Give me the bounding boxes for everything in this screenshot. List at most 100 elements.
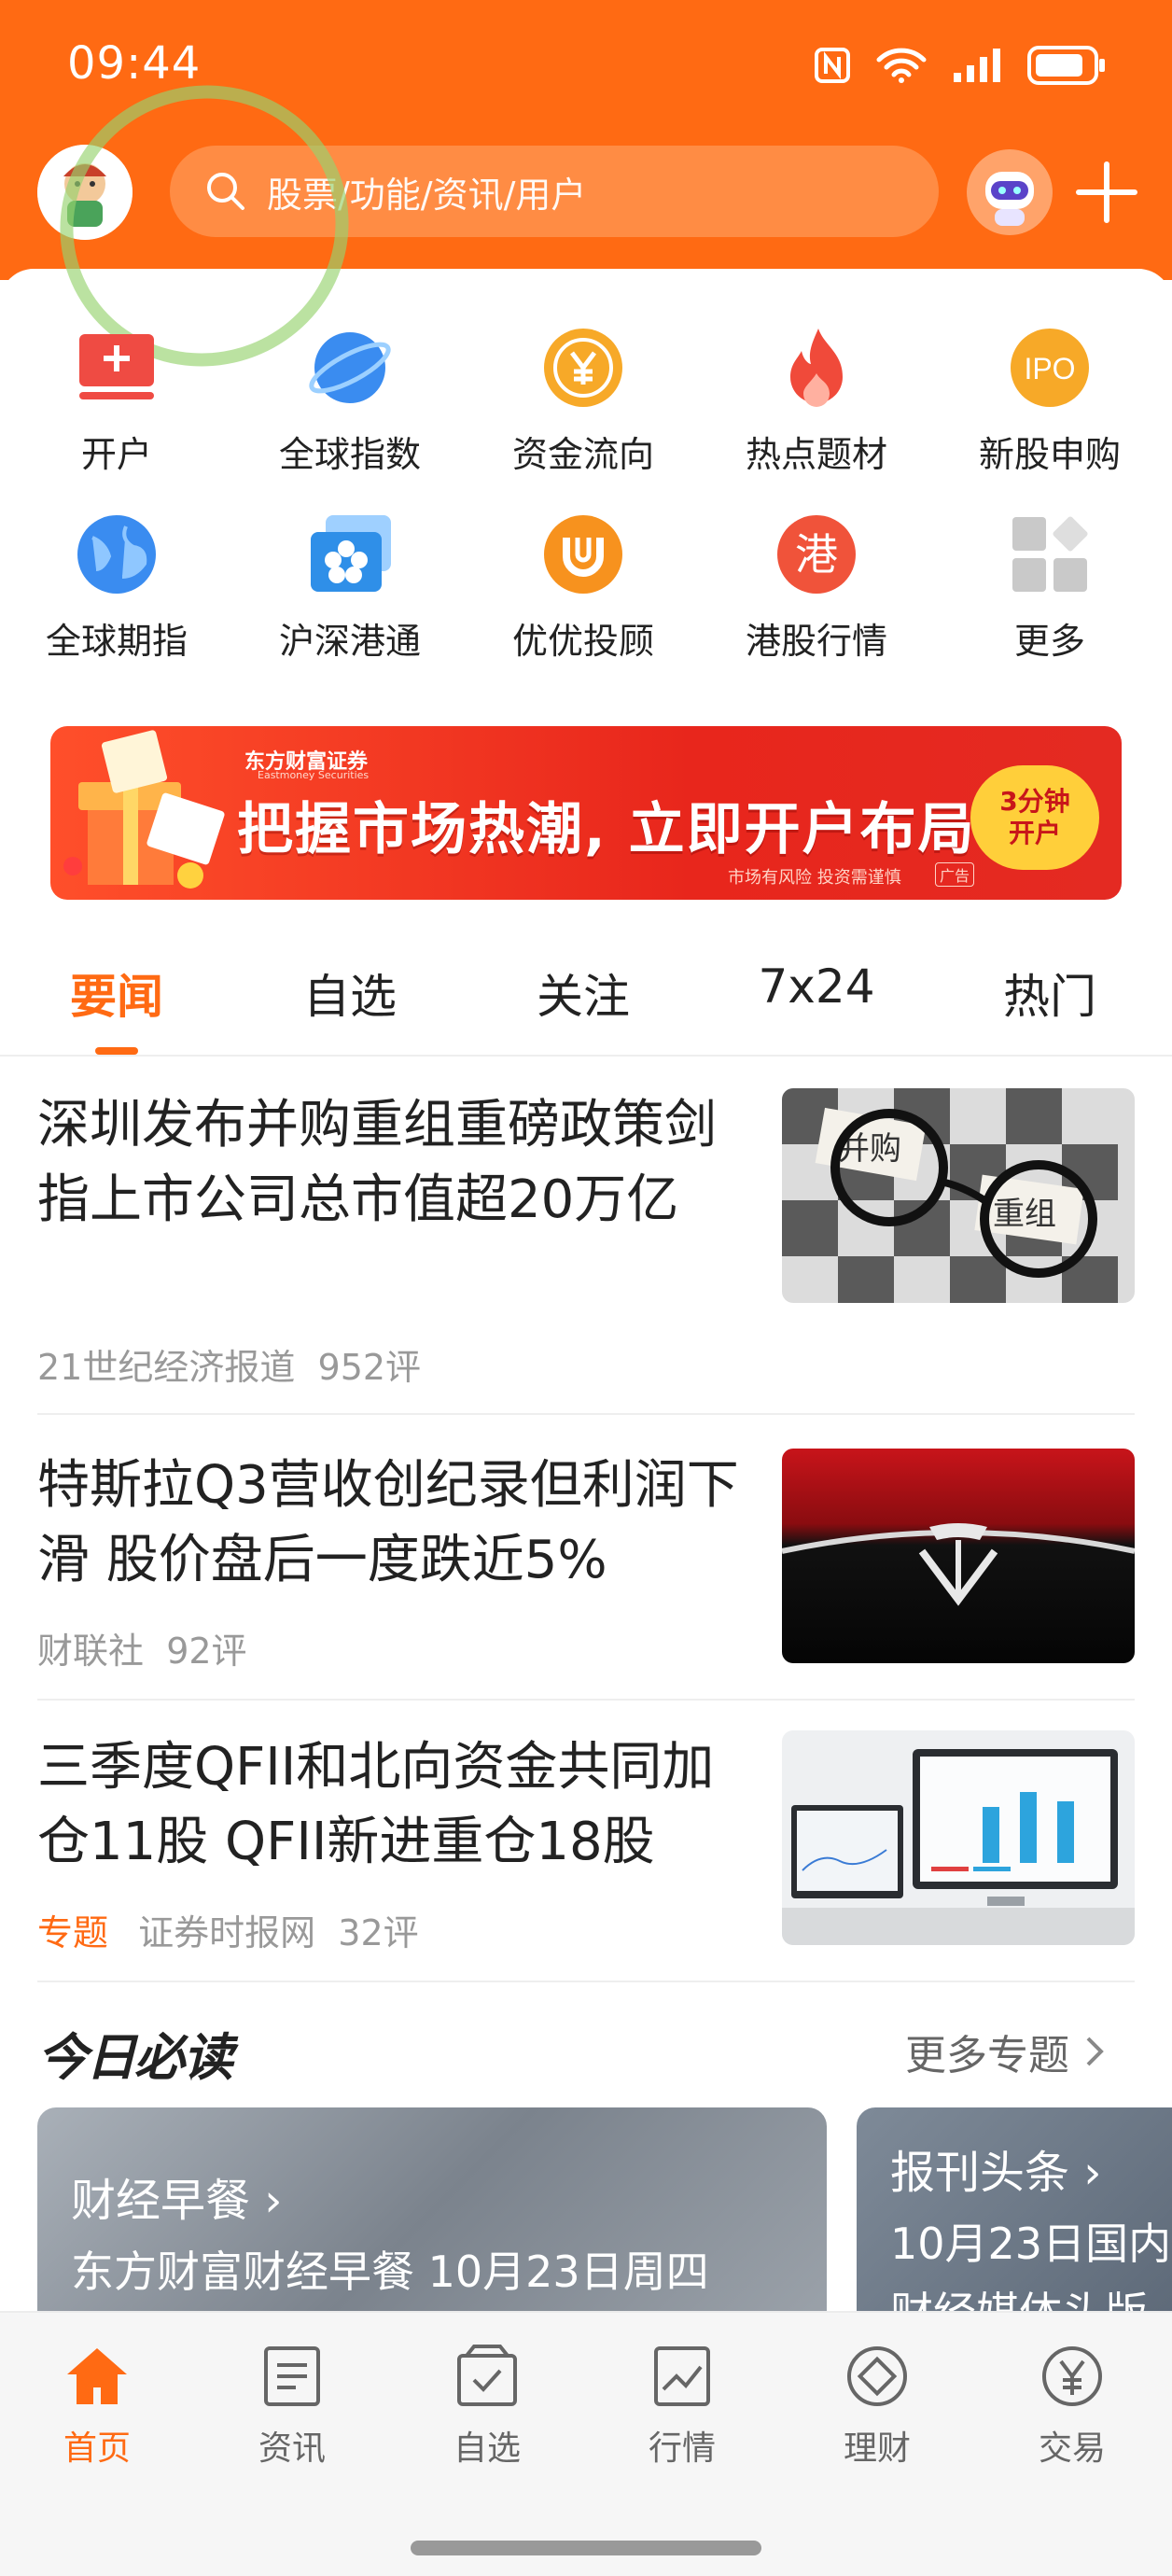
ipo-text: IPO [1024, 352, 1075, 385]
flame-icon [772, 323, 861, 413]
more-topics-label: 更多专题 [905, 2032, 1069, 2079]
grid-label: 优优投顾 [511, 621, 654, 662]
news-title: 特斯拉Q3营收创纪录但利润下滑 股价盘后一度跌近5% [37, 1455, 739, 1590]
tab-7x24[interactable]: 7x24 [723, 959, 910, 1014]
news-thumbnail [782, 1449, 1135, 1663]
nav-label: 资讯 [258, 2429, 326, 2468]
tab-watchlist[interactable]: 自选 [257, 959, 443, 1027]
news-icon [264, 2346, 320, 2406]
watchlist-icon [457, 2345, 517, 2406]
news-comments: 32评 [338, 1912, 419, 1953]
nav-wealth[interactable]: 理财 [802, 2343, 952, 2470]
search-placeholder: 股票/功能/资讯/用户 [267, 174, 587, 216]
nav-news[interactable]: 资讯 [217, 2343, 367, 2470]
card-subtitle-2: 财经媒体头版 [890, 2288, 1148, 2313]
ipo-icon: IPO [1005, 323, 1095, 413]
news-comments: 92评 [166, 1631, 247, 1672]
grid-label: 港股行情 [745, 621, 887, 662]
user-avatar[interactable] [37, 145, 133, 240]
nfc-icon [815, 48, 850, 83]
must-read-card[interactable]: 报刊头条 › 10月23日国内 财经媒体头版 [857, 2107, 1172, 2313]
market-chart-icon [654, 2346, 710, 2406]
grid-hk-market[interactable]: 港 港股行情 [700, 510, 933, 664]
planet-icon [305, 323, 395, 413]
news-comments: 952评 [317, 1347, 422, 1388]
topic-tag: 专题 [37, 1912, 109, 1953]
grid-label: 热点题材 [745, 434, 887, 475]
grid-hot-topics[interactable]: 热点题材 [700, 323, 933, 477]
nav-trade[interactable]: 交易 [998, 2343, 1147, 2470]
promo-banner[interactable]: 东方财富证券 Eastmoney Securities 把握市场热潮, 立即开户… [50, 726, 1122, 900]
nav-label: 交易 [1038, 2429, 1106, 2468]
grid-fund-flow[interactable]: 资金流向 [467, 323, 700, 477]
banner-slogan: 把握市场热潮, 立即开户布局 [237, 797, 976, 862]
nav-label: 首页 [63, 2429, 131, 2468]
home-indicator[interactable] [411, 2541, 761, 2555]
hk-icon: 港 [772, 510, 861, 599]
news-source: 证券时报网 [138, 1912, 316, 1953]
grid-label: 更多 [1013, 621, 1085, 662]
card-subtitle: 东方财富财经早餐 10月23日周四 [71, 2247, 709, 2297]
nav-label: 自选 [453, 2429, 521, 2468]
top-header: 09:44 股票/功能/资讯/用户 [0, 0, 1172, 280]
nav-home[interactable]: 首页 [22, 2343, 172, 2470]
news-item[interactable]: 三季度QFII和北向资金共同加仓11股 QFII新进重仓18股 专题 证券时报网… [37, 1730, 1135, 1982]
today-must-read-title: 今日必读 [37, 2028, 233, 2087]
badge-line1: 3分钟 [999, 786, 1070, 817]
status-time: 09:44 [67, 37, 202, 90]
chevron-right-icon [1086, 2037, 1104, 2066]
search-bar[interactable]: 股票/功能/资讯/用户 [170, 146, 939, 237]
news-source: 21世纪经济报道 [37, 1347, 296, 1388]
grid-label: 资金流向 [511, 434, 654, 475]
status-icons [814, 45, 1107, 86]
open-account-icon [72, 323, 161, 413]
thumb-text-restructure: 重组 [993, 1196, 1056, 1233]
tab-following[interactable]: 关注 [490, 959, 677, 1027]
grid-open-account[interactable]: 开户 [0, 323, 233, 477]
nav-watchlist[interactable]: 自选 [412, 2343, 562, 2470]
banner-cta-badge[interactable]: 3分钟 开户 [970, 765, 1099, 870]
news-thumbnail [782, 1730, 1135, 1945]
grid-advisor[interactable]: 优优投顾 [467, 510, 700, 664]
battery-icon [1027, 46, 1105, 85]
add-icon[interactable] [1073, 159, 1140, 226]
tab-indicator [95, 1047, 138, 1055]
more-topics-link[interactable]: 更多专题 [905, 2022, 1109, 2081]
grid-stock-connect[interactable]: 沪深港通 [233, 510, 467, 664]
news-tabs: 要闻 自选 关注 7x24 热门 [0, 943, 1172, 1057]
more-grid-icon [1005, 510, 1095, 599]
nav-label: 理财 [843, 2429, 911, 2468]
nav-market[interactable]: 行情 [607, 2343, 757, 2470]
grid-ipo[interactable]: IPO 新股申购 [933, 323, 1166, 477]
tab-hot[interactable]: 热门 [956, 959, 1143, 1027]
news-item[interactable]: 特斯拉Q3营收创纪录但利润下滑 股价盘后一度跌近5% 财联社 92评 [37, 1449, 1135, 1701]
trade-icon [1042, 2346, 1102, 2406]
bauhinia-icon [305, 510, 395, 599]
must-read-card[interactable]: 财经早餐 › 东方财富财经早餐 10月23日周四 [37, 2107, 827, 2313]
grid-more[interactable]: 更多 [933, 510, 1166, 664]
grid-global-index[interactable]: 全球指数 [233, 323, 467, 477]
search-icon [207, 173, 244, 210]
ad-tag: 广告 [935, 862, 975, 887]
grid-label: 沪深港通 [278, 621, 421, 662]
ai-assistant-button[interactable] [967, 149, 1053, 235]
news-source: 财联社 [37, 1631, 145, 1672]
yuan-coin-icon [538, 323, 628, 413]
banner-risk-note: 市场有风险 投资需谨慎 [728, 868, 901, 888]
tab-headlines[interactable]: 要闻 [23, 959, 210, 1027]
robot-icon [967, 149, 1053, 235]
globe-icon [72, 510, 161, 599]
card-title: 报刊头条 › [890, 2147, 1102, 2199]
news-item[interactable]: 深圳发布并购重组重磅政策剑指上市公司总市值超20万亿 21世纪经济报道 952评… [37, 1088, 1135, 1415]
grid-global-futures[interactable]: 全球期指 [0, 510, 233, 664]
bottom-navigation: 首页 资讯 自选 行情 理财 交易 [0, 2311, 1172, 2576]
grid-label: 全球指数 [278, 434, 421, 475]
news-title: 三季度QFII和北向资金共同加仓11股 QFII新进重仓18股 [37, 1737, 715, 1872]
news-meta: 财联社 92评 [37, 1622, 247, 1673]
signal-icon [954, 49, 1000, 82]
news-meta: 21世纪经济报道 952评 [37, 1338, 421, 1390]
badge-line2: 开户 [1008, 818, 1061, 848]
advisor-icon [538, 510, 628, 599]
card-title: 财经早餐 › [71, 2175, 283, 2227]
grid-label: 新股申购 [978, 434, 1121, 475]
